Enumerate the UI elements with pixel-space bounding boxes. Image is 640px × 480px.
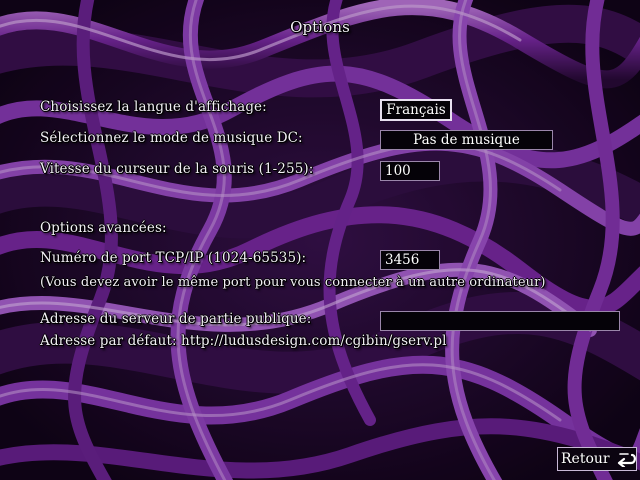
return-arrow-icon — [614, 451, 636, 467]
tcp-port-note: (Vous devez avoir le même port pour vous… — [40, 275, 546, 290]
music-mode-select[interactable]: Pas de musique — [380, 130, 553, 150]
options-screen: Options Choisissez la langue d'affichage… — [0, 0, 640, 480]
language-label: Choisissez la langue d'affichage: — [40, 99, 267, 115]
public-server-input[interactable] — [380, 311, 620, 331]
default-server-address: Adresse par défaut: http://ludusdesign.c… — [40, 333, 447, 349]
public-server-label: Adresse du serveur de partie publique: — [40, 311, 312, 327]
tcp-port-label: Numéro de port TCP/IP (1024-65535): — [40, 250, 307, 266]
back-button[interactable]: Retour — [557, 447, 637, 471]
mouse-speed-input[interactable]: 100 — [380, 161, 440, 181]
back-button-label: Retour — [561, 451, 610, 467]
language-select[interactable]: Français — [380, 99, 452, 121]
mouse-speed-label: Vitesse du curseur de la souris (1-255): — [40, 161, 314, 177]
tcp-port-input[interactable]: 3456 — [380, 250, 440, 270]
music-mode-label: Sélectionnez le mode de musique DC: — [40, 130, 303, 146]
advanced-options-heading: Options avancées: — [40, 220, 167, 236]
page-title: Options — [290, 18, 350, 36]
